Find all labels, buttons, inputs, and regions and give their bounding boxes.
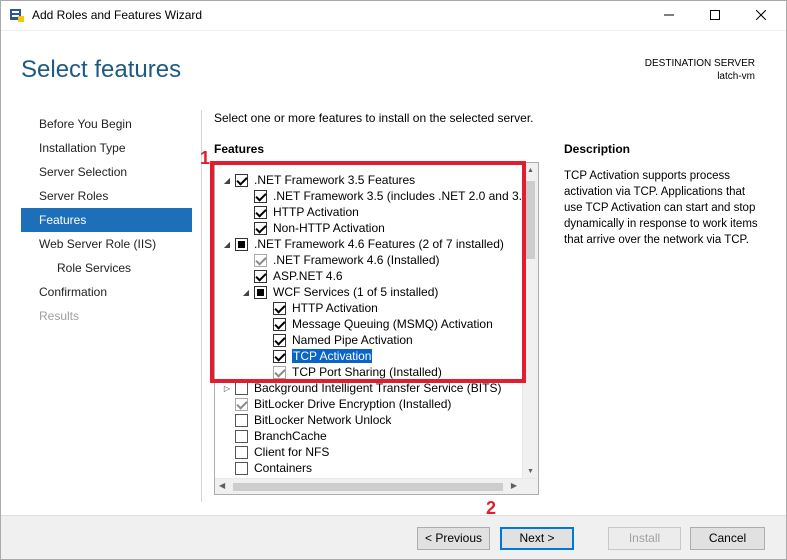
wizard-nav: Before You Begin Installation Type Serve… [21, 112, 192, 328]
feature-row[interactable]: Client for NFS [222, 444, 329, 460]
feature-checkbox[interactable] [235, 445, 248, 459]
feature-label[interactable]: BranchCache [254, 429, 327, 443]
feature-checkbox[interactable] [235, 461, 248, 475]
features-heading: Features [214, 142, 265, 156]
feature-row[interactable]: BranchCache [222, 428, 327, 444]
feature-label[interactable]: Containers [254, 461, 312, 475]
description-heading: Description [564, 142, 631, 156]
server-manager-icon [9, 7, 25, 23]
install-button-label: Install [628, 531, 661, 545]
install-button: Install [608, 527, 681, 550]
maximize-icon [710, 9, 720, 23]
scroll-left-icon[interactable]: ◀ [219, 481, 225, 490]
nav-item-server-roles[interactable]: Server Roles [21, 184, 192, 208]
nav-item-role-services[interactable]: Role Services [21, 256, 192, 280]
feature-checkbox[interactable] [235, 381, 248, 395]
scroll-up-icon[interactable]: ▲ [527, 167, 534, 174]
minimize-button[interactable] [646, 0, 692, 31]
scroll-down-icon[interactable]: ▼ [527, 468, 534, 475]
annotation-box-features [210, 161, 526, 383]
instruction-text: Select one or more features to install o… [214, 111, 534, 125]
feature-label[interactable]: BitLocker Network Unlock [254, 413, 391, 427]
minimize-icon [664, 9, 674, 23]
window-title: Add Roles and Features Wizard [32, 8, 203, 22]
cancel-button[interactable]: Cancel [690, 527, 765, 550]
feature-label[interactable]: BitLocker Drive Encryption (Installed) [254, 397, 451, 411]
previous-button[interactable]: < Previous [417, 527, 490, 550]
title-bar: Add Roles and Features Wizard [0, 0, 787, 31]
horizontal-scrollbar[interactable]: ◀ ▶ [215, 478, 538, 494]
nav-item-installation-type[interactable]: Installation Type [21, 136, 192, 160]
feature-row[interactable]: BitLocker Drive Encryption (Installed) [222, 396, 451, 412]
nav-item-server-selection[interactable]: Server Selection [21, 160, 192, 184]
next-button[interactable]: Next > [500, 527, 574, 550]
feature-checkbox [235, 397, 248, 411]
previous-button-label: < Previous [424, 531, 483, 545]
close-icon [755, 9, 767, 23]
nav-item-web-server-role[interactable]: Web Server Role (IIS) [21, 232, 192, 256]
feature-label[interactable]: Client for NFS [254, 445, 329, 459]
cancel-button-label: Cancel [708, 531, 747, 545]
description-text: TCP Activation supports process activati… [564, 170, 758, 246]
nav-item-features[interactable]: Features [21, 208, 192, 232]
feature-row[interactable]: Containers [222, 460, 312, 476]
maximize-button[interactable] [692, 0, 738, 31]
horizontal-scroll-thumb[interactable] [233, 483, 503, 491]
vertical-scroll-thumb[interactable] [526, 181, 535, 259]
feature-label[interactable]: Background Intelligent Transfer Service … [254, 381, 501, 395]
scroll-right-icon[interactable]: ▶ [511, 481, 517, 490]
page-title: Select features [21, 56, 182, 83]
next-button-label: Next > [519, 531, 555, 545]
close-button[interactable] [738, 0, 784, 31]
feature-checkbox[interactable] [235, 413, 248, 427]
destination-server-label: DESTINATION SERVER [644, 58, 755, 69]
feature-checkbox[interactable] [235, 429, 248, 443]
expand-arrow-icon[interactable]: ▷ [222, 383, 232, 393]
nav-item-confirmation[interactable]: Confirmation [21, 280, 192, 304]
feature-row[interactable]: BitLocker Network Unlock [222, 412, 391, 428]
destination-server-value: latch-vm [717, 71, 755, 82]
annotation-number-1: 1 [200, 148, 211, 168]
nav-item-before-you-begin[interactable]: Before You Begin [21, 112, 192, 136]
nav-item-results: Results [39, 309, 80, 323]
